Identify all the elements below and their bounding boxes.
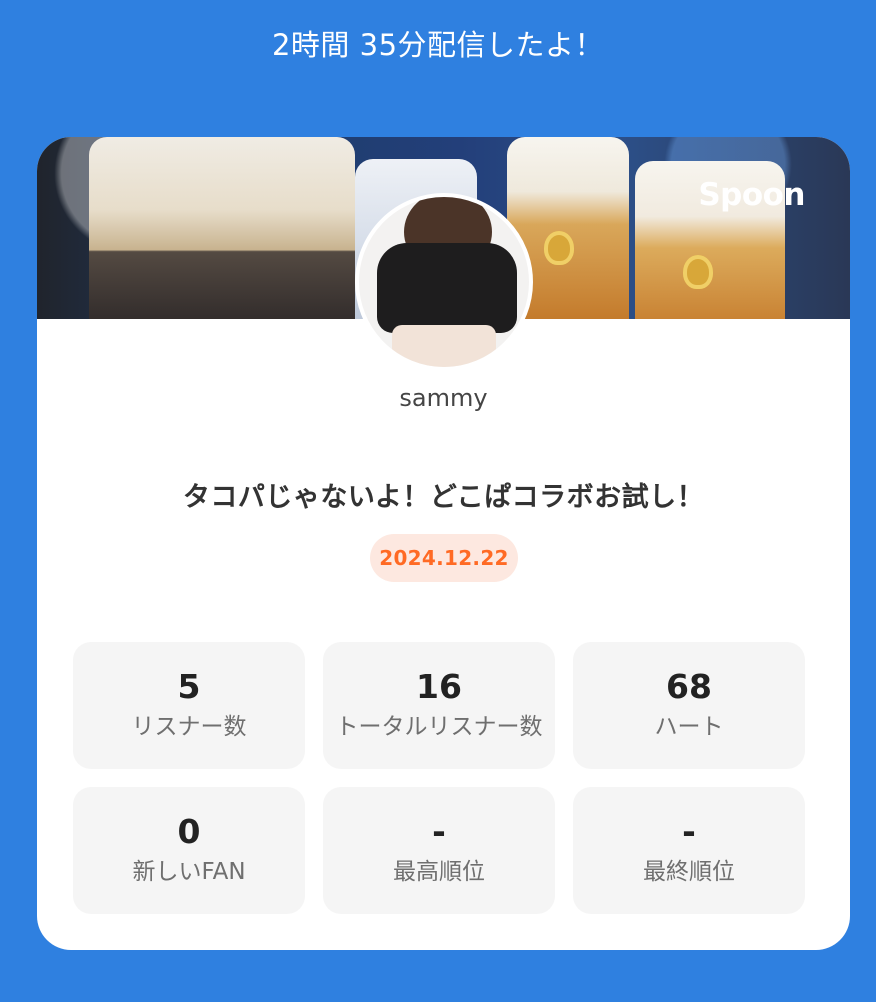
stat-value: 68: [666, 667, 712, 707]
stats-grid: 5 リスナー数 16 トータルリスナー数 68 ハート 0 新しいFAN - 最…: [73, 642, 807, 914]
stat-highest-rank: - 最高順位: [323, 787, 555, 914]
stream-duration-title: 2時間 35分配信したよ！: [271, 28, 605, 62]
hop-logo-icon: [683, 255, 713, 289]
stat-label: トータルリスナー数: [335, 714, 543, 741]
stat-listeners: 5 リスナー数: [73, 642, 305, 769]
stat-value: -: [682, 812, 696, 852]
stream-summary-card: Spoon sammy タコパじゃないよ！どこぱコラボお試し！ 2024.12.…: [37, 137, 850, 950]
username: sammy: [399, 384, 488, 412]
stat-hearts: 68 ハート: [573, 642, 805, 769]
spoon-logo: Spoon: [698, 177, 805, 213]
stat-value: 5: [177, 667, 201, 707]
stat-label: ハート: [654, 714, 724, 741]
beer-glass-image-left: [89, 137, 355, 319]
stat-value: 0: [177, 812, 201, 852]
stat-total-listeners: 16 トータルリスナー数: [323, 642, 555, 769]
stat-label: 最終順位: [643, 859, 735, 886]
hop-logo-icon: [544, 231, 574, 265]
stat-label: 新しいFAN: [132, 859, 246, 886]
stat-value: -: [432, 812, 446, 852]
date-badge: 2024.12.22: [370, 534, 518, 582]
stat-label: 最高順位: [393, 859, 485, 886]
stat-final-rank: - 最終順位: [573, 787, 805, 914]
stream-title: タコパじゃないよ！どこぱコラボお試し！: [182, 482, 705, 513]
avatar-sweater: [377, 243, 517, 333]
avatar-skirt: [392, 325, 496, 367]
stat-value: 16: [416, 667, 462, 707]
avatar: [355, 193, 533, 371]
stat-label: リスナー数: [131, 714, 247, 741]
stat-new-fans: 0 新しいFAN: [73, 787, 305, 914]
